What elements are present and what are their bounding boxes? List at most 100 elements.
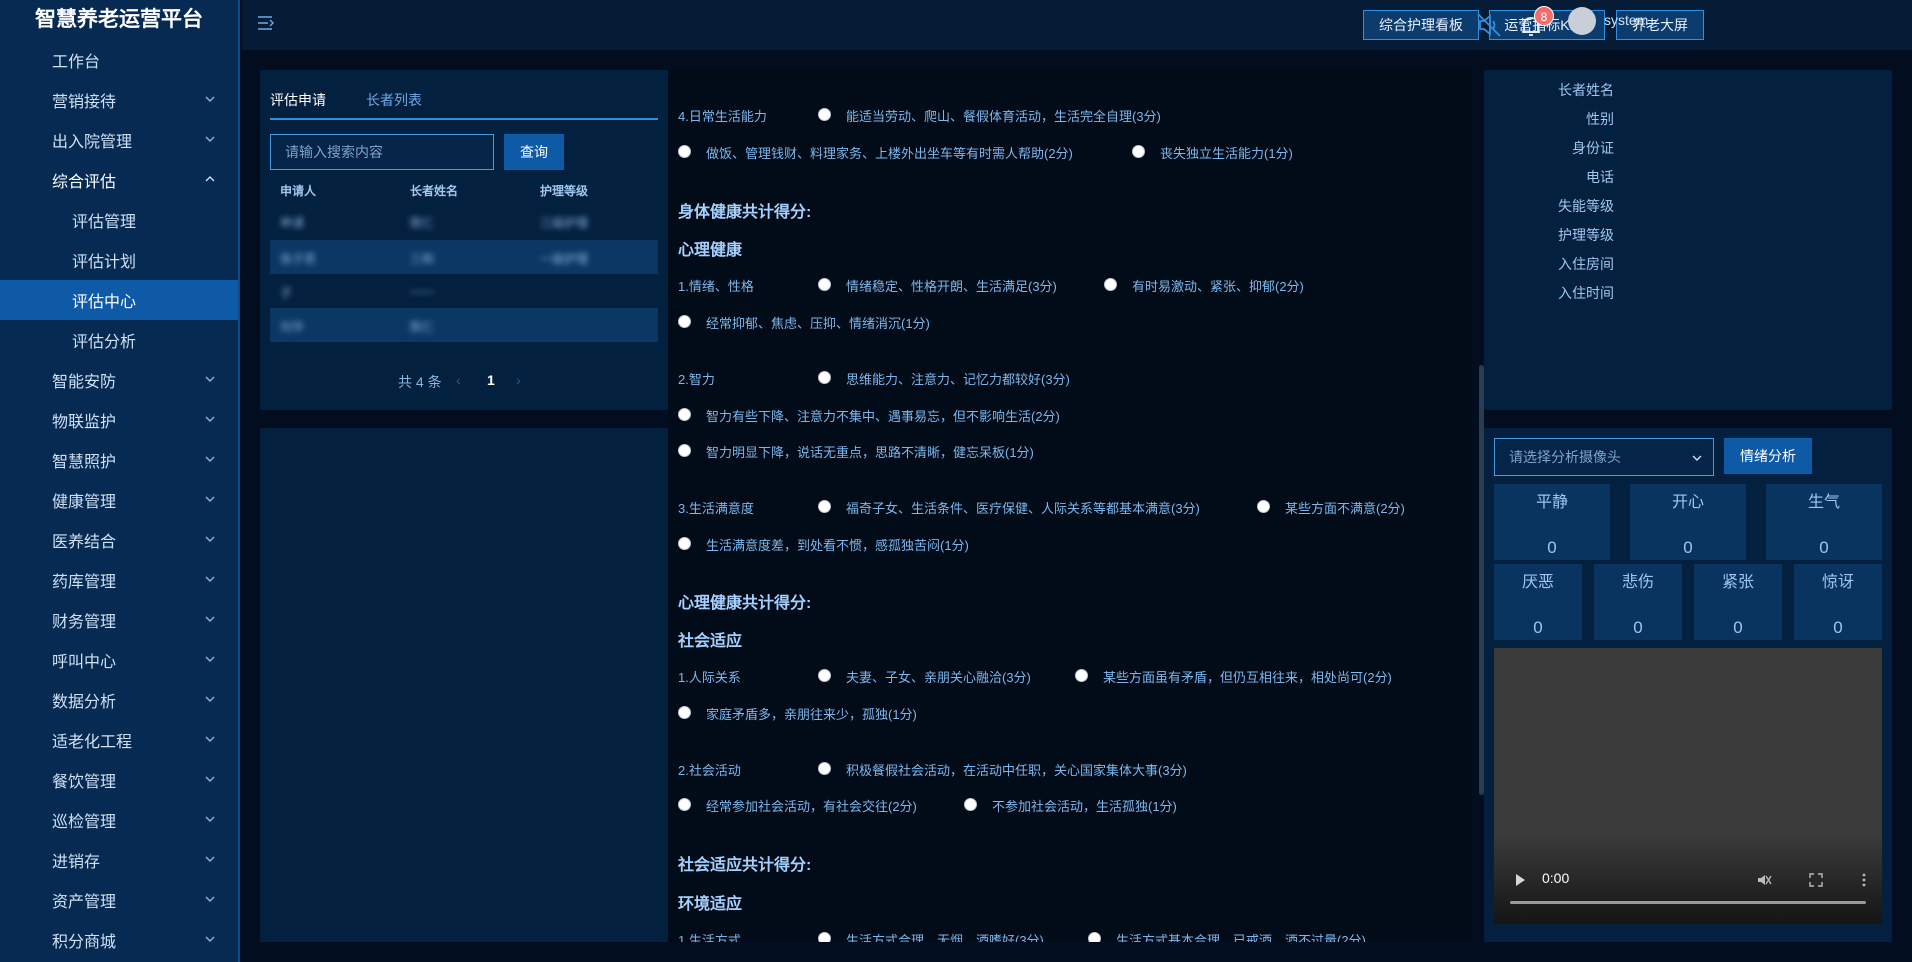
radio-option[interactable] xyxy=(678,706,691,719)
page-number[interactable]: 1 xyxy=(487,372,495,388)
option-label: 家庭矛盾多，亲朋往来少，孤独(1分) xyxy=(706,707,917,722)
sidebar-item-label: 数据分析 xyxy=(52,694,117,711)
sidebar-item-security[interactable]: 智能安防 xyxy=(0,360,238,400)
chevron-down-icon xyxy=(1692,455,1702,461)
table-cell: 一级护理 xyxy=(540,252,589,266)
sidebar-item-inspection[interactable]: 巡检管理 xyxy=(0,800,238,840)
radio-option[interactable] xyxy=(964,798,977,811)
radio-option[interactable] xyxy=(818,669,831,682)
emotion-name: 平静 xyxy=(1535,494,1568,511)
emotion-analysis-button[interactable]: 情绪分析 xyxy=(1724,438,1812,474)
camera-select-placeholder: 请选择分析摄像头 xyxy=(1509,449,1621,465)
emotion-value: 0 xyxy=(1533,618,1543,637)
radio-option[interactable] xyxy=(818,278,831,291)
menu-fold-icon[interactable] xyxy=(257,15,275,31)
sidebar-item-inventory[interactable]: 进销存 xyxy=(0,840,238,880)
sidebar-item-data-analysis[interactable]: 数据分析 xyxy=(0,680,238,720)
radio-option[interactable] xyxy=(1075,669,1088,682)
sidebar-item-aging-adapt[interactable]: 适老化工程 xyxy=(0,720,238,760)
radio-option[interactable] xyxy=(818,932,831,942)
search-input[interactable]: 请输入搜索内容 xyxy=(270,134,494,170)
sidebar-item-assessment-plan[interactable]: 评估计划 xyxy=(0,240,238,280)
radio-option[interactable] xyxy=(678,537,691,550)
mute-icon[interactable] xyxy=(1756,872,1772,888)
sidebar-item-marketing[interactable]: 营销接待 xyxy=(0,80,238,120)
camera-select[interactable]: 请选择分析摄像头 xyxy=(1494,438,1714,476)
question-label: 2.社会活动 xyxy=(678,763,741,778)
radio-option[interactable] xyxy=(1088,932,1101,942)
sidebar-item-call-center[interactable]: 呼叫中心 xyxy=(0,640,238,680)
sidebar-item-assessment[interactable]: 综合评估 xyxy=(0,160,238,200)
chevron-down-icon xyxy=(205,136,215,142)
app-title: 智慧养老运营平台 xyxy=(35,8,203,31)
radio-option[interactable] xyxy=(678,444,691,457)
emotion-card: 惊讶 0 xyxy=(1794,564,1882,640)
chevron-down-icon xyxy=(205,936,215,942)
volume-mute-icon[interactable] xyxy=(1476,12,1502,38)
avatar[interactable] xyxy=(1568,7,1596,35)
emotion-value: 0 xyxy=(1547,538,1557,557)
video-player[interactable]: 0:00 xyxy=(1494,648,1882,924)
radio-option[interactable] xyxy=(678,315,691,328)
option-label: 生活方式基本合理，已戒酒，酒不过量(2分) xyxy=(1116,933,1366,942)
radio-option[interactable] xyxy=(1132,145,1145,158)
emotion-card: 生气 0 xyxy=(1766,484,1882,560)
sidebar-item-assessment-center[interactable]: 评估中心 xyxy=(0,280,238,320)
sidebar-item-admission[interactable]: 出入院管理 xyxy=(0,120,238,160)
query-button[interactable]: 查询 xyxy=(504,134,564,170)
top-header: 综合护理看板 运营指标KPIs 养老大屏 xyxy=(242,0,1912,50)
sidebar-item-workbench[interactable]: 工作台 xyxy=(0,40,238,80)
option-label: 积极餐假社会活动，在活动中任职，关心国家集体大事(3分) xyxy=(846,763,1187,778)
care-board-button[interactable]: 综合护理看板 xyxy=(1363,10,1479,40)
radio-option[interactable] xyxy=(818,762,831,775)
empty-panel xyxy=(260,428,668,942)
table-row[interactable]: 张子思 三和 一级护理 xyxy=(270,240,658,274)
sidebar-item-points-mall[interactable]: 积分商城 xyxy=(0,920,238,960)
radio-option[interactable] xyxy=(818,371,831,384)
sidebar-item-health[interactable]: 健康管理 xyxy=(0,480,238,520)
chevron-down-icon xyxy=(205,736,215,742)
option-label: 经常参加社会活动，有社会交往(2分) xyxy=(706,799,917,814)
sidebar-item-assessment-analysis[interactable]: 评估分析 xyxy=(0,320,238,360)
sidebar-item-label: 评估计划 xyxy=(72,254,137,271)
sidebar-item-label: 进销存 xyxy=(52,854,101,871)
emotion-name: 厌恶 xyxy=(1521,574,1554,591)
fullscreen-icon[interactable] xyxy=(1808,872,1824,888)
sidebar-item-medical[interactable]: 医养结合 xyxy=(0,520,238,560)
play-icon[interactable] xyxy=(1512,872,1528,888)
sidebar-item-catering[interactable]: 餐饮管理 xyxy=(0,760,238,800)
question-label: 1.情绪、性格 xyxy=(678,279,754,294)
sidebar-item-assets[interactable]: 资产管理 xyxy=(0,880,238,920)
radio-option[interactable] xyxy=(678,798,691,811)
sidebar-item-iot[interactable]: 物联监护 xyxy=(0,400,238,440)
radio-option[interactable] xyxy=(678,145,691,158)
table-row[interactable]: 申请 陈仁 三级护理 xyxy=(270,204,658,238)
info-label-checkin-time: 入住时间 xyxy=(1558,285,1614,301)
table-row[interactable]: 刘华 陈仁 xyxy=(270,308,658,342)
radio-option[interactable] xyxy=(1104,278,1117,291)
sidebar-item-assessment-manage[interactable]: 评估管理 xyxy=(0,200,238,240)
more-options-icon[interactable] xyxy=(1856,872,1872,888)
radio-option[interactable] xyxy=(1257,500,1270,513)
radio-option[interactable] xyxy=(818,500,831,513)
emotion-card: 平静 0 xyxy=(1494,484,1610,560)
emotion-value: 0 xyxy=(1819,538,1829,557)
table-cell: 子 xyxy=(280,286,293,300)
video-progress-bar[interactable] xyxy=(1510,901,1866,904)
radio-option[interactable] xyxy=(678,408,691,421)
option-label: 某些方面不满意(2分) xyxy=(1285,501,1405,516)
sidebar-item-care[interactable]: 智慧照护 xyxy=(0,440,238,480)
sidebar-item-pharmacy[interactable]: 药库管理 xyxy=(0,560,238,600)
prev-page-icon[interactable]: ‹ xyxy=(456,372,461,388)
username[interactable]: system xyxy=(1604,12,1648,28)
question-label: 1.人际关系 xyxy=(678,670,741,685)
sidebar-item-finance[interactable]: 财务管理 xyxy=(0,600,238,640)
sidebar-item-label: 评估中心 xyxy=(72,294,137,311)
option-label: 生活方式合理，无烟、酒嗜好(3分) xyxy=(846,933,1044,942)
tab-assessment-request[interactable]: 评估申请 xyxy=(270,90,326,110)
table-row[interactable]: 子 —— xyxy=(270,274,658,308)
next-page-icon[interactable]: › xyxy=(516,372,521,388)
tab-elder-list[interactable]: 长者列表 xyxy=(366,90,422,110)
pagination: 共 4 条 ‹ 1 › xyxy=(260,372,668,394)
radio-option[interactable] xyxy=(818,108,831,121)
